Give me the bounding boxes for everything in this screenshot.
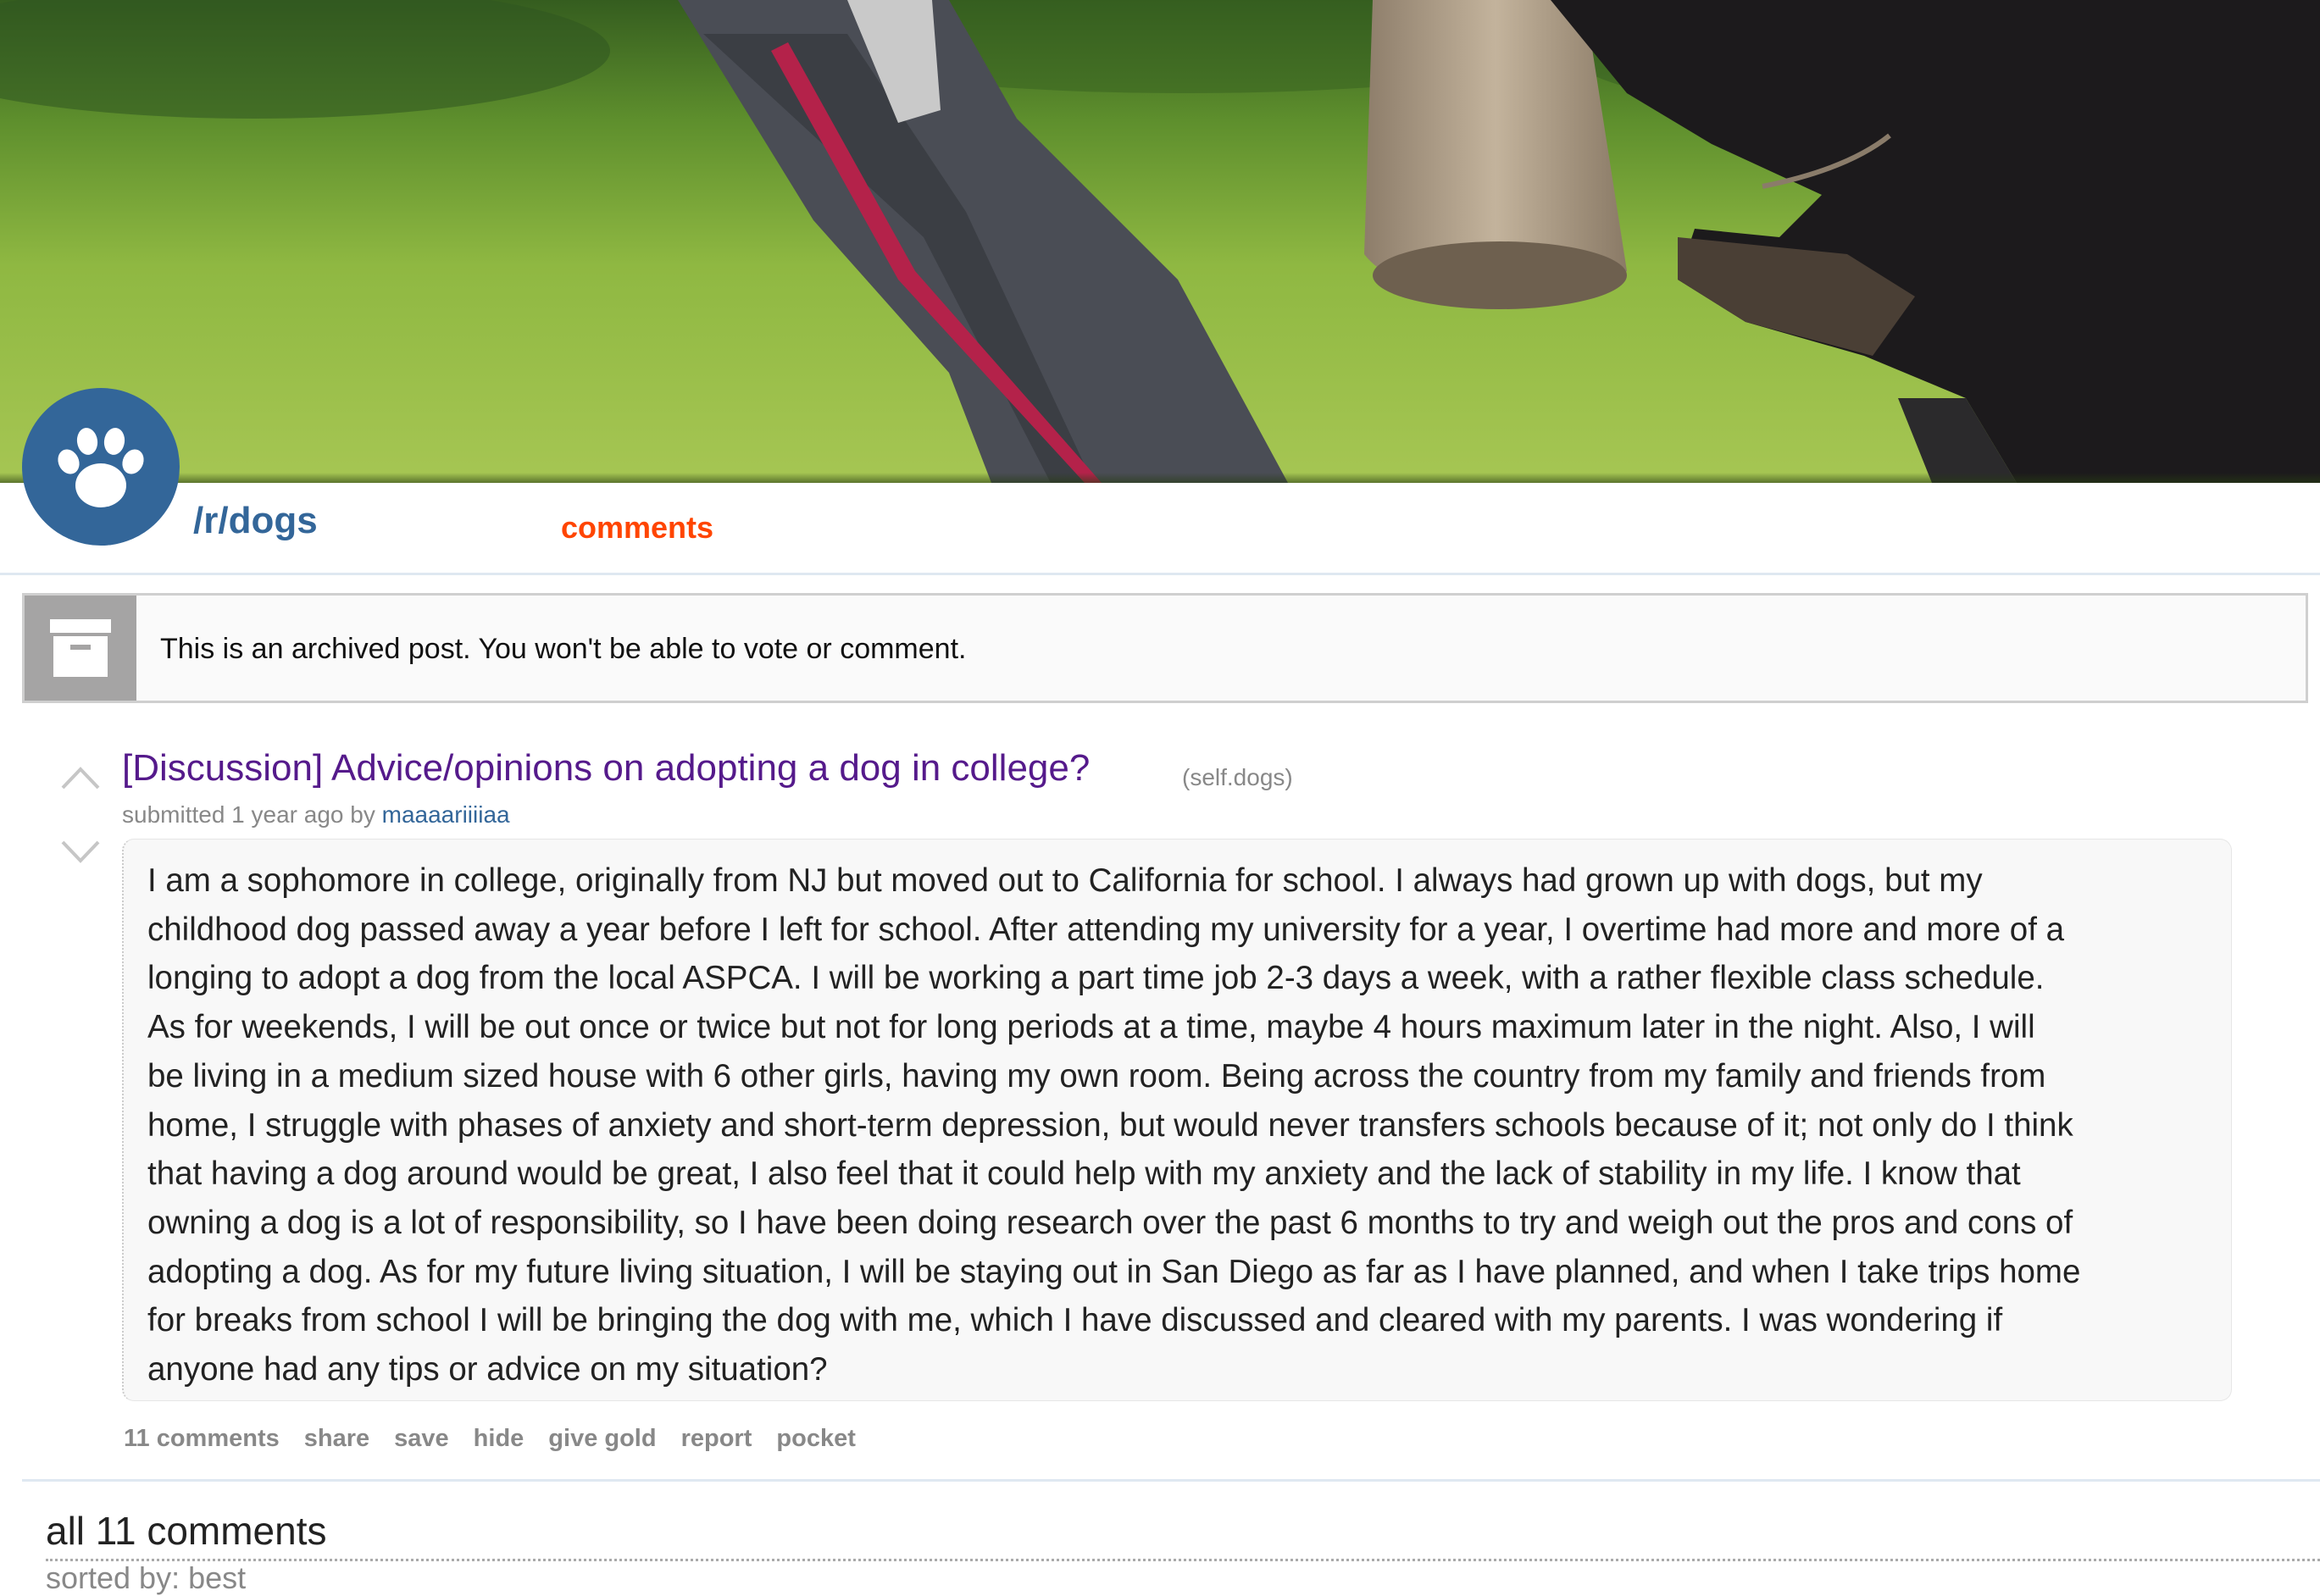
- post-body-line: home, I struggle with phases of anxiety …: [147, 1106, 2073, 1144]
- post-body-line: anyone had any tips or advice on my situ…: [147, 1351, 828, 1388]
- post-body-line: childhood dog passed away a year before …: [147, 911, 2065, 948]
- post-tagline: submitted 1 year ago by maaaariiiiaa: [122, 801, 510, 828]
- section-divider: [22, 1479, 2320, 1482]
- upvote-arrow-icon: [61, 767, 100, 790]
- banner-photo: [0, 0, 2320, 483]
- author-link[interactable]: maaaariiiiaa: [382, 801, 510, 828]
- banner-bottom-shadow: [0, 473, 2320, 483]
- post-body-line: for breaks from school I will be bringin…: [147, 1302, 2003, 1339]
- share-button[interactable]: share: [304, 1425, 369, 1453]
- post-action-buttons: 11 comments share save hide give gold re…: [124, 1425, 880, 1453]
- sort-selector[interactable]: sorted by: best: [46, 1560, 246, 1596]
- post-body-line: adopting a dog. As for my future living …: [147, 1253, 2081, 1290]
- archive-icon: [50, 619, 111, 677]
- paw-icon: [58, 428, 144, 507]
- report-button[interactable]: report: [681, 1425, 752, 1453]
- subreddit-header: [0, 483, 2320, 575]
- archived-notice: This is an archived post. You won't be a…: [22, 593, 2308, 703]
- post-body-line: be living in a medium sized house with 6…: [147, 1057, 2046, 1094]
- tab-comments[interactable]: comments: [561, 510, 713, 546]
- post-body: I am a sophomore in college, originally …: [122, 839, 2232, 1401]
- post-title-link[interactable]: [Discussion] Advice/opinions on adopting…: [122, 747, 1090, 790]
- upvote-button[interactable]: [59, 762, 102, 791]
- hide-button[interactable]: hide: [474, 1425, 524, 1453]
- downvote-button[interactable]: [59, 839, 102, 867]
- subreddit-banner: [0, 0, 2320, 483]
- post-body-line: that having a dog around would be great,…: [147, 1155, 2021, 1193]
- downvote-arrow-icon: [61, 840, 100, 863]
- give-gold-button[interactable]: give gold: [548, 1425, 656, 1453]
- comments-dotted-divider: [46, 1559, 2320, 1561]
- pocket-button[interactable]: pocket: [776, 1425, 855, 1453]
- archived-notice-text: This is an archived post. You won't be a…: [160, 633, 967, 665]
- save-button[interactable]: save: [394, 1425, 449, 1453]
- archive-icon-box: [25, 596, 136, 701]
- post-body-line: I am a sophomore in college, originally …: [147, 862, 1983, 899]
- comments-heading: all 11 comments: [46, 1509, 327, 1553]
- post-body-line: As for weekends, I will be out once or t…: [147, 1009, 2035, 1046]
- post-body-line: owning a dog is a lot of responsibility,…: [147, 1204, 2073, 1241]
- post-domain[interactable]: (self.dogs): [1182, 764, 1293, 791]
- subreddit-name-link[interactable]: /r/dogs: [193, 500, 318, 542]
- subreddit-logo[interactable]: [22, 388, 180, 546]
- post-body-line: longing to adopt a dog from the local AS…: [147, 960, 2045, 997]
- submitted-text: submitted 1 year ago by: [122, 801, 375, 828]
- comments-count-link[interactable]: 11 comments: [124, 1425, 280, 1453]
